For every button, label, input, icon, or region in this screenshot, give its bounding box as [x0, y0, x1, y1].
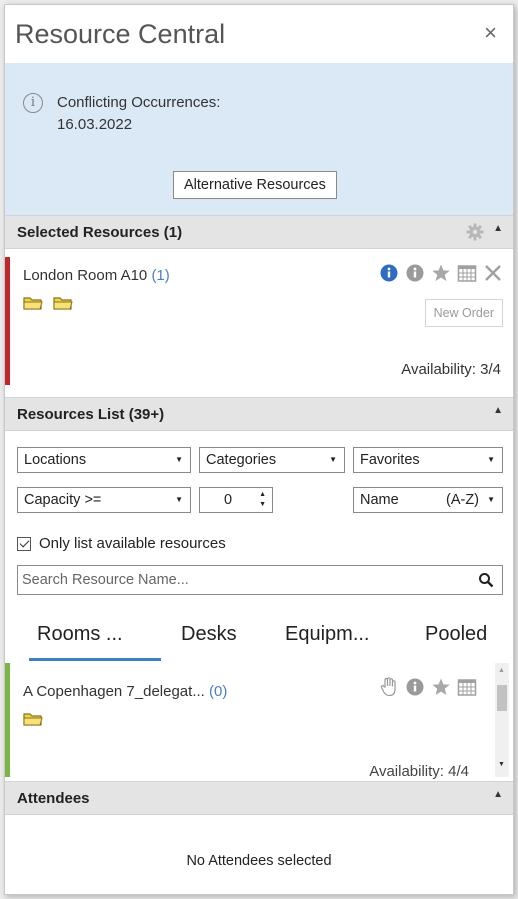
attendees-empty-text: No Attendees selected [186, 853, 332, 869]
tab-pooled[interactable]: Pooled [425, 623, 487, 646]
only-available-label: Only list available resources [39, 535, 226, 552]
stepper-up-icon[interactable]: ▲ [259, 491, 266, 498]
capacity-stepper[interactable]: 0 ▲ ▼ [199, 487, 273, 513]
capacity-dropdown[interactable]: Capacity >= ▼ [17, 487, 191, 513]
search-icon[interactable] [478, 572, 494, 588]
collapse-caret-icon[interactable]: ▲ [493, 223, 503, 234]
scroll-down-icon[interactable]: ▼ [498, 761, 505, 768]
chevron-down-icon: ▼ [487, 495, 495, 504]
close-icon[interactable]: × [484, 22, 497, 44]
search-input[interactable] [22, 569, 452, 591]
resource-list: A Copenhagen 7_delegat... (0) Availabili… [5, 663, 513, 779]
resource-count: (1) [151, 267, 170, 284]
locations-label: Locations [24, 452, 87, 468]
chevron-down-icon: ▼ [175, 455, 183, 464]
checkbox-checked[interactable] [17, 536, 31, 551]
resource-status-bar [5, 663, 10, 777]
info-circle-icon: i [23, 93, 43, 113]
info-icon[interactable] [379, 263, 399, 283]
resource-name-text: London Room A10 [23, 267, 148, 284]
star-icon[interactable] [431, 263, 451, 283]
folders-group [23, 711, 49, 732]
tab-equipment[interactable]: Equipm... [285, 623, 369, 646]
calendar-icon[interactable] [457, 677, 477, 697]
conflict-label: Conflicting Occurrences: [57, 94, 221, 111]
tab-rooms[interactable]: Rooms ... [37, 623, 123, 646]
favorites-dropdown[interactable]: Favorites ▼ [353, 447, 503, 473]
resource-tabs: Rooms ... Desks Equipm... Pooled [5, 615, 513, 661]
capacity-label: Capacity >= [24, 492, 102, 508]
remove-icon[interactable] [483, 263, 503, 283]
sort-order-label: (A-Z) [446, 492, 480, 508]
chevron-down-icon: ▼ [329, 455, 337, 464]
panel-title: Resource Central [15, 19, 226, 49]
categories-dropdown[interactable]: Categories ▼ [199, 447, 345, 473]
resource-central-panel: Resource Central × i Conflicting Occurre… [4, 4, 514, 895]
list-item-name: A Copenhagen 7_delegat... [23, 683, 205, 700]
list-item[interactable]: A Copenhagen 7_delegat... (0) [23, 683, 227, 700]
calendar-icon[interactable] [457, 263, 477, 283]
categories-label: Categories [206, 452, 277, 468]
chevron-down-icon: ▼ [175, 495, 183, 504]
list-item-actions [379, 677, 477, 697]
gear-icon[interactable] [465, 222, 485, 242]
chevron-down-icon: ▼ [487, 455, 495, 464]
filters-area: Locations ▼ Categories ▼ Favorites ▼ Cap… [5, 441, 513, 603]
alternative-resources-button[interactable]: Alternative Resources [173, 171, 337, 199]
list-item-count: (0) [209, 683, 228, 700]
selected-resource-card: London Room A10 (1) New Order Availabili… [5, 249, 513, 389]
availability-text: Availability: 3/4 [401, 361, 501, 378]
selected-resources-title: Selected Resources (1) [17, 224, 183, 241]
scrollbar-thumb[interactable] [497, 685, 507, 711]
attendees-title: Attendees [17, 790, 90, 807]
folder-icon[interactable] [23, 711, 43, 727]
scroll-up-icon[interactable]: ▲ [498, 667, 505, 674]
selected-resources-header[interactable]: Selected Resources (1) ▲ [5, 215, 513, 249]
folder-icon[interactable] [53, 295, 74, 311]
resources-list-header[interactable]: Resources List (39+) ▲ [5, 397, 513, 431]
resources-list-title: Resources List (39+) [17, 406, 165, 423]
resource-status-bar [5, 257, 10, 385]
folder-icon[interactable] [23, 295, 43, 311]
star-icon[interactable] [431, 677, 451, 697]
details-icon[interactable] [405, 263, 425, 283]
collapse-caret-icon[interactable]: ▲ [493, 405, 503, 416]
locations-dropdown[interactable]: Locations ▼ [17, 447, 191, 473]
favorites-label: Favorites [360, 452, 420, 468]
folders-group [23, 295, 79, 316]
resource-name[interactable]: London Room A10 (1) [23, 267, 170, 284]
sort-dropdown[interactable]: Name (A-Z) ▼ [353, 487, 503, 513]
attendees-body: No Attendees selected [5, 815, 513, 894]
capacity-value: 0 [224, 492, 233, 508]
resource-actions [379, 263, 503, 283]
availability-text: Availability: 4/4 [369, 763, 469, 779]
active-tab-indicator [29, 658, 161, 661]
hand-icon[interactable] [379, 677, 399, 697]
attendees-header[interactable]: Attendees ▲ [5, 781, 513, 815]
conflict-date: 16.03.2022 [57, 116, 133, 133]
details-icon[interactable] [405, 677, 425, 697]
conflict-info-area: i Conflicting Occurrences: 16.03.2022 Al… [5, 63, 513, 215]
stepper-down-icon[interactable]: ▼ [259, 501, 266, 508]
search-box[interactable] [17, 565, 503, 595]
new-order-button[interactable]: New Order [424, 299, 503, 327]
title-bar: Resource Central × [5, 5, 513, 63]
list-scrollbar[interactable]: ▲ ▼ [495, 663, 509, 777]
sort-name-label: Name [360, 492, 399, 508]
collapse-caret-icon[interactable]: ▲ [493, 789, 503, 800]
tab-desks[interactable]: Desks [181, 623, 237, 646]
only-available-checkbox[interactable]: Only list available resources [17, 535, 226, 552]
